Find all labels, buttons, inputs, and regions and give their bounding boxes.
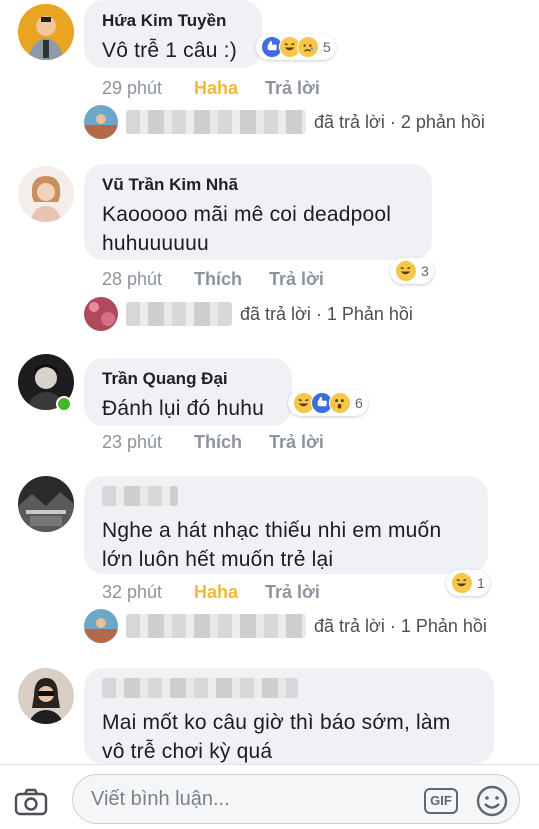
emoji-icon[interactable] (475, 784, 509, 818)
blurred-name (102, 678, 298, 698)
comment-text-line: Mai mốt ko câu giờ thì báo sớm, làm (102, 711, 451, 734)
comment-bubble[interactable]: Nghe a hát nhạc thiếu nhi em muốn lớn lu… (84, 476, 488, 574)
comment-bubble[interactable]: Trần Quang Đại Đánh lụi đó huhu (84, 358, 292, 426)
comment-bubble[interactable]: Mai mốt ko câu giờ thì báo sớm, làm vô t… (84, 668, 494, 764)
comment-text-line: lớn luôn hết muốn trẻ lại (102, 548, 334, 571)
reaction-count: 6 (355, 395, 363, 411)
reply-summary-text: đã trả lời · 1 Phản hồi (240, 303, 413, 324)
sad-icon (297, 36, 319, 58)
blurred-name (102, 486, 178, 506)
comment-input-placeholder: Viết bình luận... (91, 788, 230, 810)
camera-icon[interactable] (14, 788, 48, 816)
avatar (84, 297, 118, 331)
avatar-photo-icon (18, 166, 74, 222)
comment-time[interactable]: 23 phút (102, 432, 194, 453)
comment-time[interactable]: 32 phút (102, 582, 194, 603)
comment-composer: Viết bình luận... GIF (0, 764, 539, 829)
comment-author-hidden (102, 486, 472, 512)
comment-time[interactable]: 29 phút (102, 78, 194, 99)
reply-button[interactable]: Trả lời (269, 269, 324, 290)
comment-text: Đánh lụi đó huhu (102, 397, 264, 420)
like-button[interactable]: Thích (194, 432, 269, 453)
online-status-indicator (56, 396, 72, 412)
comment-actions: 29 phút Haha Trả lời (102, 78, 320, 99)
comment-text-line: vô trễ chơi kỳ quá (102, 740, 273, 763)
comment-author[interactable]: Trần Quang Đại (102, 368, 276, 390)
reply-button[interactable]: Trả lời (269, 432, 324, 453)
comment-actions: 28 phút Thích Trả lời (102, 269, 324, 290)
reply-summary[interactable]: đã trả lời · 1 Phản hồi (84, 609, 487, 643)
gif-button[interactable]: GIF (424, 788, 458, 814)
avatar[interactable] (18, 4, 74, 60)
comment-author-hidden (102, 678, 478, 704)
reply-summary-text: đã trả lời · 2 phản hồi (314, 111, 485, 132)
avatar[interactable] (18, 476, 74, 532)
like-button[interactable]: Thích (194, 269, 269, 290)
blurred-name (126, 614, 306, 638)
wow-icon (329, 392, 351, 414)
avatar-photo-icon (18, 668, 74, 724)
reaction-summary[interactable]: 6 (288, 390, 368, 416)
avatar (84, 105, 118, 139)
avatar-photo-icon (18, 4, 74, 60)
reaction-count: 1 (477, 575, 485, 591)
avatar (84, 609, 118, 643)
comment-text: Vô trễ 1 câu :) (102, 39, 237, 62)
comment-bubble[interactable]: Vũ Trần Kim Nhã Kaooooo mãi mê coi deadp… (84, 164, 432, 260)
blurred-name (126, 302, 232, 326)
comment-actions: 23 phút Thích Trả lời (102, 432, 324, 453)
reply-button[interactable]: Trả lời (265, 582, 320, 603)
comment-text-line: Nghe a hát nhạc thiếu nhi em muốn (102, 519, 442, 542)
avatar[interactable] (18, 166, 74, 222)
reaction-summary[interactable]: 3 (390, 258, 434, 284)
comment-author[interactable]: Vũ Trần Kim Nhã (102, 174, 416, 196)
comment-actions: 32 phút Haha Trả lời (102, 582, 320, 603)
reaction-summary[interactable]: 1 (446, 570, 490, 596)
avatar-photo-icon (18, 476, 74, 532)
reaction-summary[interactable]: 5 (256, 34, 336, 60)
react-button[interactable]: Haha (194, 582, 265, 603)
comment-bubble[interactable]: Hứa Kim Tuyền Vô trễ 1 câu :) (84, 0, 262, 68)
blurred-name (126, 110, 306, 134)
reply-summary[interactable]: đã trả lời · 2 phản hồi (84, 105, 485, 139)
haha-icon (395, 260, 417, 282)
reply-summary-text: đã trả lời · 1 Phản hồi (314, 615, 487, 636)
comment-text-line: huhuuuuuu (102, 232, 209, 255)
haha-icon (451, 572, 473, 594)
comment-text-line: Kaooooo mãi mê coi deadpool (102, 203, 392, 226)
react-button[interactable]: Haha (194, 78, 265, 99)
comment-author[interactable]: Hứa Kim Tuyền (102, 10, 246, 32)
reaction-count: 5 (323, 39, 331, 55)
reply-summary[interactable]: đã trả lời · 1 Phản hồi (84, 297, 413, 331)
reaction-count: 3 (421, 263, 429, 279)
avatar[interactable] (18, 668, 74, 724)
reply-button[interactable]: Trả lời (265, 78, 320, 99)
comment-time[interactable]: 28 phút (102, 269, 194, 290)
comment-input[interactable]: Viết bình luận... GIF (72, 774, 520, 824)
